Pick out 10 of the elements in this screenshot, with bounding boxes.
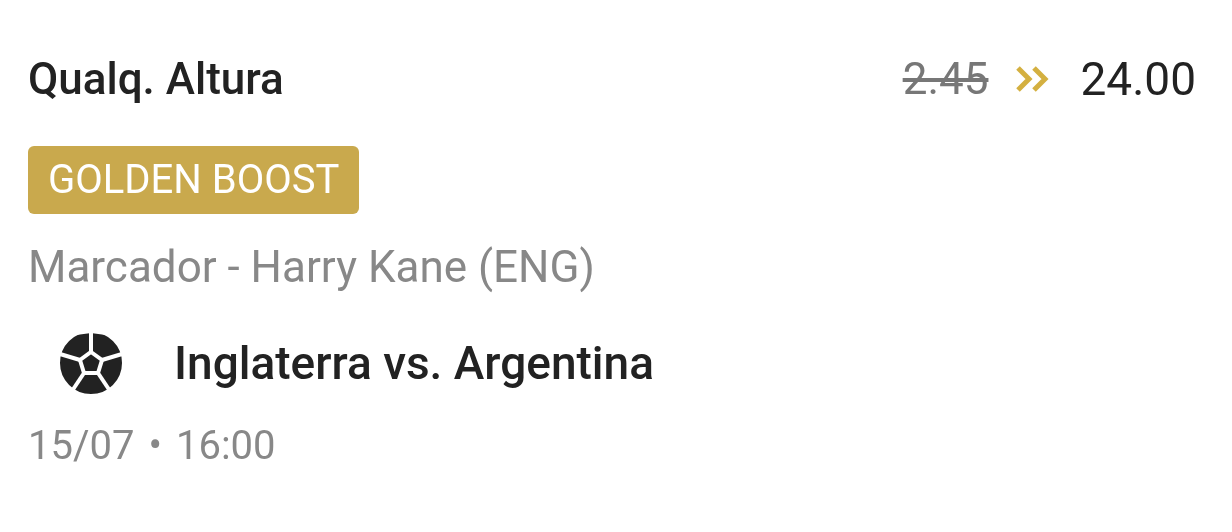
event-name: Inglaterra vs. Argentina	[174, 336, 654, 390]
market-label: Marcador - Harry Kane (ENG)	[28, 240, 596, 295]
event-time: 16:00	[175, 422, 276, 469]
old-odds: 2.45	[902, 53, 989, 105]
separator-dot: •	[148, 422, 162, 469]
boosted-odds: 24.00	[1080, 52, 1196, 106]
football-icon	[56, 328, 126, 398]
selection-title: Qualq. Altura	[28, 53, 284, 105]
boost-badge: GOLDEN BOOST	[28, 146, 360, 214]
event-date: 15/07	[28, 422, 135, 469]
